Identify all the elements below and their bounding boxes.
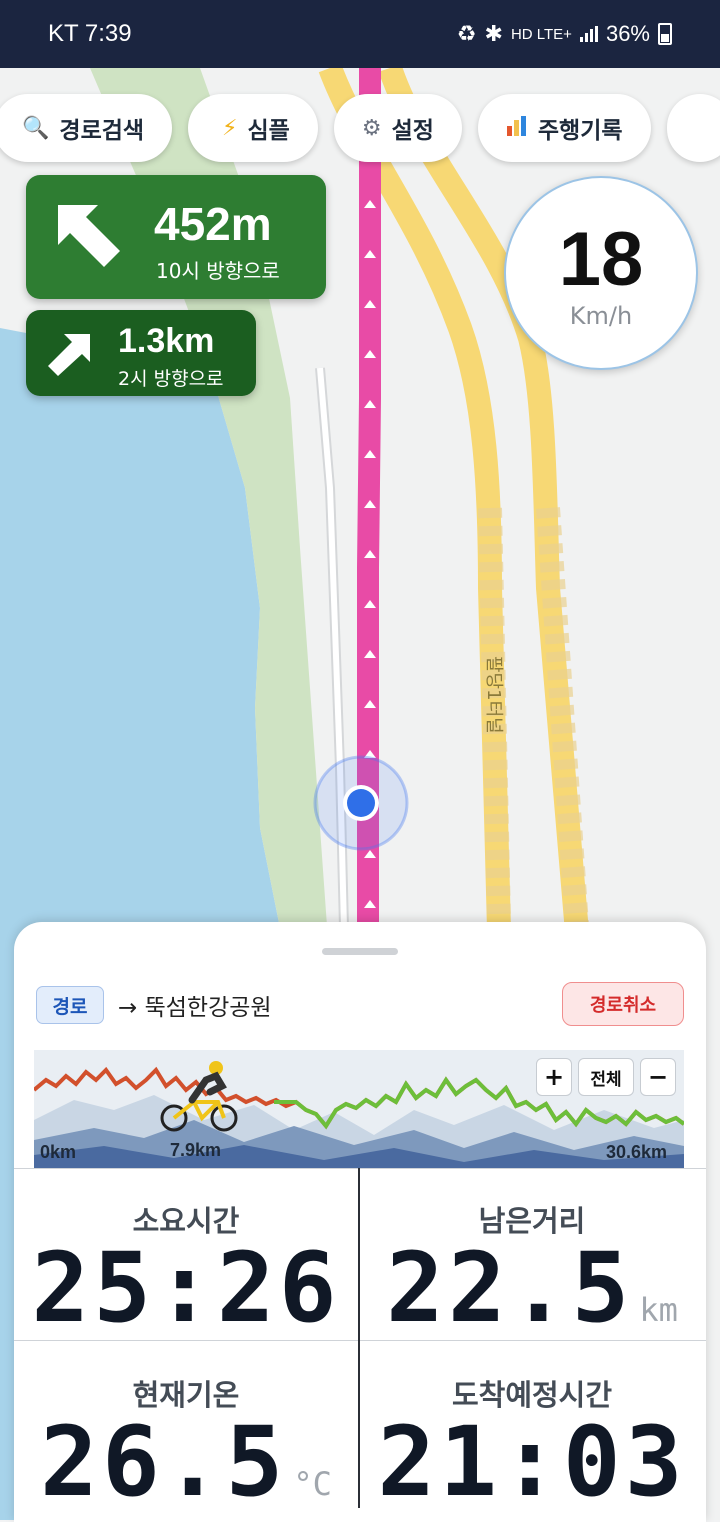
eta-value: 21:03 [377,1406,687,1518]
temperature-unit: °C [293,1465,332,1503]
cancel-route-button[interactable]: 경로취소 [562,982,684,1026]
next-turn-card: 452m 10시 방향으로 [26,175,326,299]
drag-handle[interactable] [322,948,398,955]
more-button[interactable] [666,94,720,162]
temperature-stat: 현재기온 26.5 °C [14,1372,358,1522]
zoom-in-button[interactable]: + [536,1058,572,1096]
speedometer: 18 Km/h [504,176,698,370]
simple-mode-label: 심플 [247,118,290,144]
eta-stat: 도착예정시간 21:03 [360,1372,704,1510]
elapsed-time-value: 25:26 [31,1232,341,1344]
bluetooth-icon: ✱ [484,21,503,46]
carrier-time: KT 7:39 [48,20,132,47]
map-label-tunnel: 팔당1터널 [483,656,504,734]
status-icons: ♻ ✱ HD LTE+ 36% [457,21,672,47]
simple-mode-button[interactable]: ⚡ 심플 [188,94,318,162]
arrow-up-left-icon [54,201,124,275]
remaining-distance-unit: km [639,1291,678,1329]
speed-value: 18 [558,217,644,302]
settings-label: 설정 [391,118,434,144]
settings-button[interactable]: ⚙ 설정 [333,94,462,162]
temperature-value: 26.5 [40,1406,288,1518]
next-turn-distance: 452m [154,198,272,250]
bar-chart-icon [506,114,528,142]
elevation-start-label: 0km [40,1142,77,1162]
following-turn-distance: 1.3km [118,322,215,360]
current-location-marker [312,754,410,852]
status-bar: KT 7:39 ♻ ✱ HD LTE+ 36% [0,0,720,68]
recycle-icon: ♻ [456,21,477,46]
lightning-icon: ⚡ [222,115,238,141]
elevation-end-label: 30.6km [606,1142,668,1162]
route-destination: → 뚝섬한강공원 [118,995,272,1021]
route-search-label: 경로검색 [59,118,145,144]
elevation-profile[interactable]: 0km 7.9km 30.6km + 전체 − [34,1050,684,1168]
stats-divider-top [14,1168,706,1169]
remaining-distance-value: 22.5 [386,1232,634,1344]
battery-icon [658,23,672,45]
elapsed-time-stat: 소요시간 25:26 [14,1198,358,1336]
next-turn-direction: 10시 방향으로 [156,259,280,283]
network-label: HD LTE+ [510,25,572,43]
remaining-distance-stat: 남은거리 22.5 km [360,1198,704,1358]
signal-icon [579,26,598,42]
zoom-all-button[interactable]: 전체 [578,1058,634,1096]
following-turn-direction: 2시 방향으로 [118,368,224,390]
ride-history-button[interactable]: 주행기록 [477,94,651,162]
battery-percent: 36% [605,21,650,46]
top-toolbar: 🔍 경로검색 ⚡ 심플 ⚙ 설정 주행기록 [0,94,720,162]
speed-unit: Km/h [569,302,633,330]
ride-history-label: 주행기록 [537,118,623,144]
route-badge: 경로 [36,986,104,1024]
elevation-current-label: 7.9km [170,1140,222,1160]
arrow-up-right-icon [46,330,94,382]
zoom-out-button[interactable]: − [640,1058,676,1096]
route-info-panel: 경로 → 뚝섬한강공원 경로취소 0km 7.9km 30.6km + 전체 − [14,922,706,1522]
following-turn-card: 1.3km 2시 방향으로 [26,310,256,396]
route-search-button[interactable]: 🔍 경로검색 [0,94,173,162]
search-icon: 🔍 [22,115,50,141]
gear-icon: ⚙ [361,115,382,141]
